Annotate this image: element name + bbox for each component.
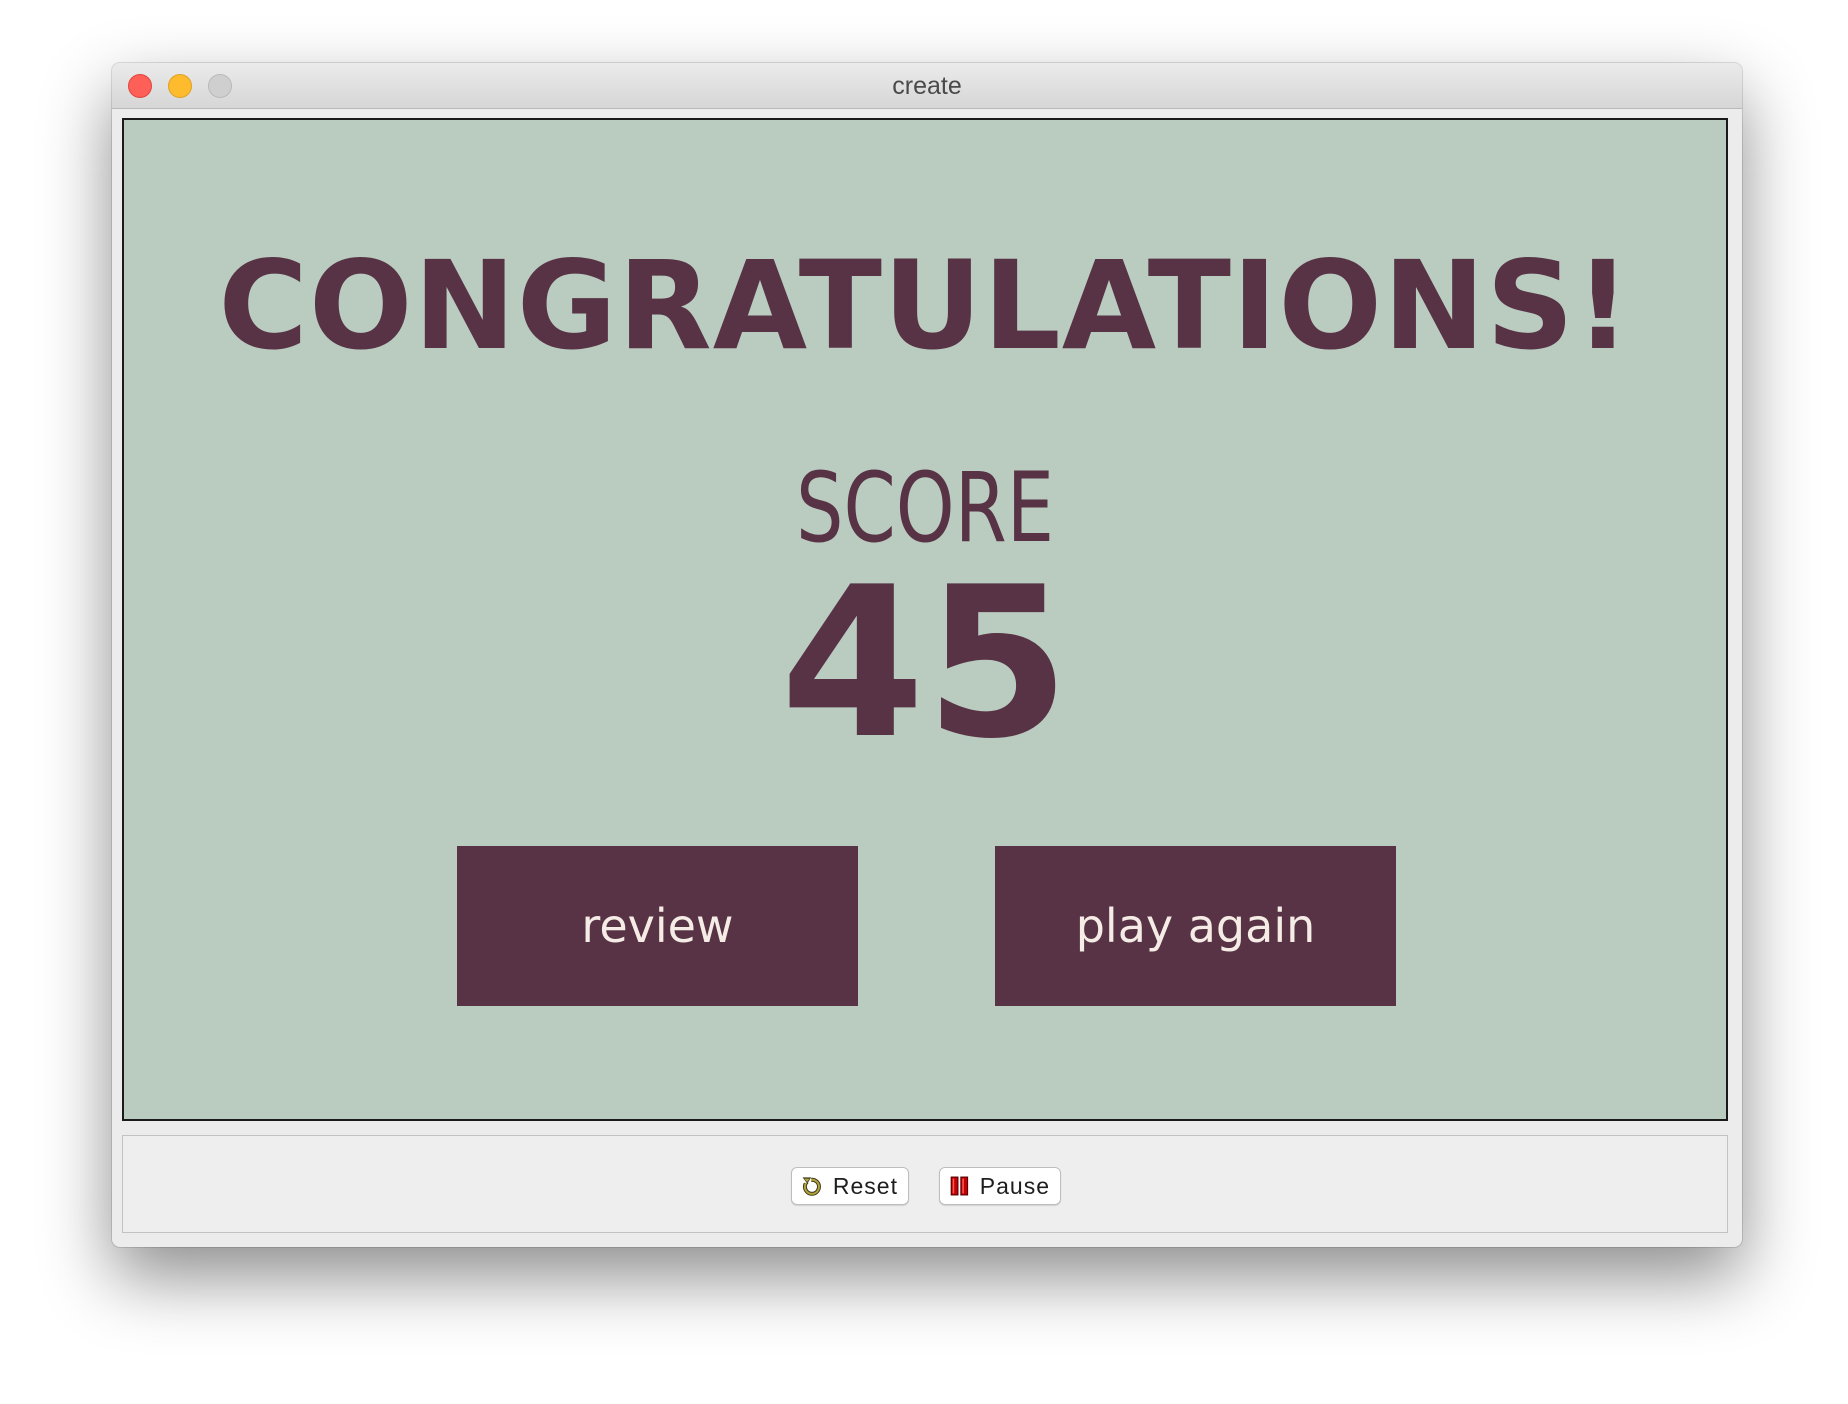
- congratulations-heading: CONGRATULATIONS!: [218, 235, 1632, 377]
- app-window: create CONGRATULATIONS! SCORE 45 review …: [112, 63, 1742, 1247]
- reset-label: Reset: [832, 1172, 898, 1199]
- review-button[interactable]: review: [457, 846, 858, 1006]
- game-canvas: CONGRATULATIONS! SCORE 45 review play ag…: [122, 118, 1728, 1121]
- window-title: create: [892, 72, 962, 100]
- reset-icon: [802, 1177, 821, 1196]
- title-bar[interactable]: create: [112, 63, 1742, 109]
- pause-button[interactable]: Pause: [939, 1167, 1061, 1205]
- score-value: 45: [780, 543, 1070, 785]
- pause-icon: [950, 1176, 969, 1196]
- pause-label: Pause: [979, 1172, 1050, 1199]
- control-panel: Reset Pause: [122, 1135, 1728, 1233]
- reset-button[interactable]: Reset: [791, 1167, 909, 1205]
- play-again-button[interactable]: play again: [995, 846, 1396, 1006]
- score-label: SCORE: [795, 452, 1055, 564]
